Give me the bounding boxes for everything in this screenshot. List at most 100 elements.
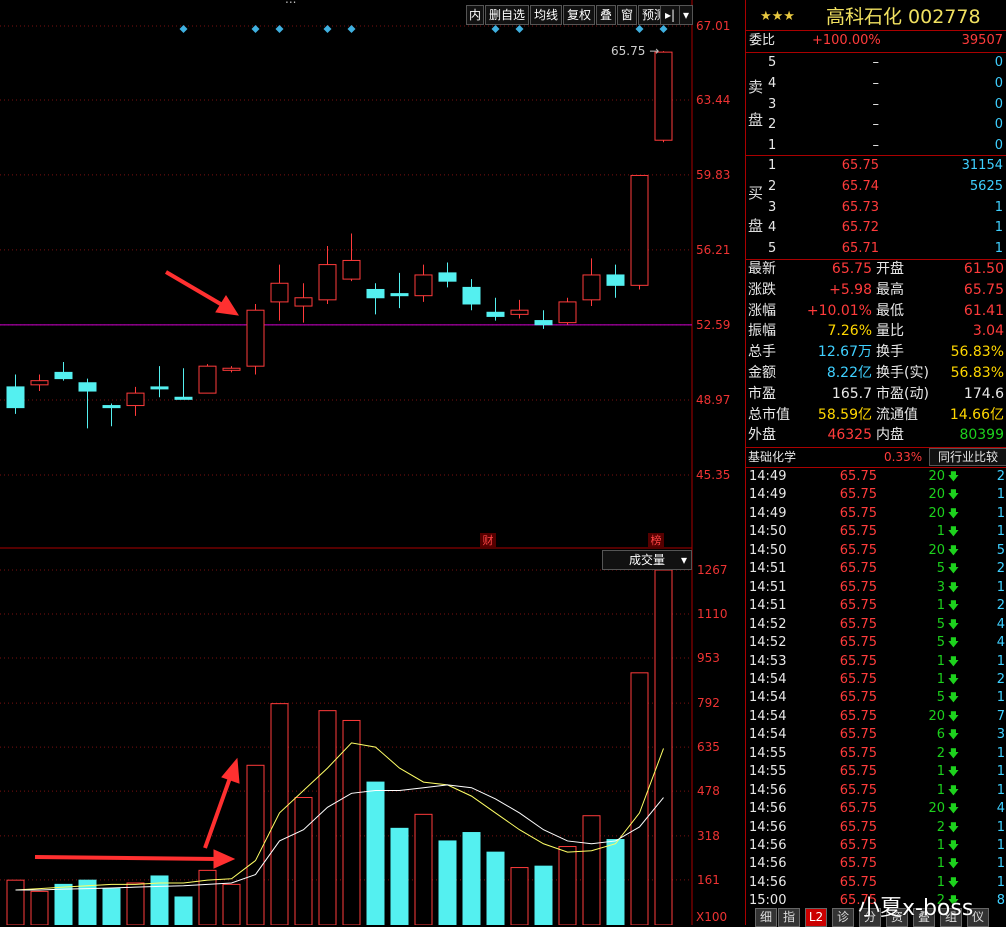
volume-bar[interactable]	[102, 888, 121, 925]
kline-chart[interactable]	[0, 0, 745, 925]
toolbar-button-3[interactable]: 复权	[563, 5, 595, 25]
tick-row[interactable]: 14:54 65.75 6 🡇 3	[746, 726, 1006, 745]
candle[interactable]	[270, 264, 289, 321]
sell-level-row[interactable]: 5 – 0	[746, 53, 1006, 73]
volume-bar[interactable]	[390, 827, 409, 925]
tick-row[interactable]: 14:49 65.75 20 🡇 2	[746, 468, 1006, 487]
finance-marker[interactable]: 财	[480, 533, 496, 548]
ranking-marker[interactable]: 榜	[648, 533, 664, 548]
tick-row[interactable]: 14:52 65.75 5 🡇 4	[746, 616, 1006, 635]
tick-row[interactable]: 14:54 65.75 1 🡇 2	[746, 671, 1006, 690]
candle[interactable]	[78, 378, 97, 429]
tick-row[interactable]: 14:51 65.75 5 🡇 2	[746, 560, 1006, 579]
toolbar-button-5[interactable]: 窗	[617, 5, 637, 25]
volume-bar[interactable]	[6, 879, 25, 925]
volume-bar[interactable]	[366, 781, 385, 925]
sector-compare-button[interactable]: 同行业比较	[929, 448, 1006, 466]
buy-level-row[interactable]: 5 65.71 1	[746, 239, 1006, 259]
buy-level-row[interactable]: 4 65.72 1	[746, 218, 1006, 238]
buy-level-row[interactable]: 2 65.74 5625	[746, 177, 1006, 197]
candle[interactable]	[174, 368, 193, 400]
fullscreen-end-button[interactable]: ▸|	[660, 5, 680, 25]
candle[interactable]	[6, 374, 25, 414]
sell-level-row[interactable]: 3 – 0	[746, 95, 1006, 115]
toolbar-button-4[interactable]: 叠	[596, 5, 616, 25]
candle[interactable]	[318, 245, 337, 304]
bottom-tab-1[interactable]: 指	[778, 908, 800, 927]
tick-row[interactable]: 14:51 65.75 1 🡇 2	[746, 597, 1006, 616]
tick-row[interactable]: 14:56 65.75 1 🡇 1	[746, 855, 1006, 874]
buy-level-row[interactable]: 1 65.75 31154	[746, 156, 1006, 176]
tick-row[interactable]: 14:49 65.75 20 🡇 1	[746, 486, 1006, 505]
candle[interactable]	[54, 362, 73, 381]
candle[interactable]	[30, 374, 49, 392]
toolbar-button-0[interactable]: 内	[466, 5, 484, 25]
volume-bar[interactable]	[438, 840, 457, 925]
tick-row[interactable]: 14:50 65.75 20 🡇 5	[746, 542, 1006, 561]
bottom-tab-3[interactable]: 诊	[832, 908, 854, 927]
candle[interactable]	[246, 303, 265, 375]
toolbar-dropdown-button[interactable]: ▾	[679, 5, 693, 25]
volume-bar[interactable]	[30, 890, 49, 925]
candle[interactable]	[630, 174, 649, 290]
tick-row[interactable]: 14:49 65.75 20 🡇 1	[746, 505, 1006, 524]
candle[interactable]	[510, 299, 529, 319]
volume-bar[interactable]	[486, 851, 505, 925]
candle[interactable]	[606, 264, 625, 298]
candle[interactable]	[366, 283, 385, 315]
volume-bar[interactable]	[198, 869, 217, 925]
candle[interactable]	[150, 366, 169, 398]
candle[interactable]	[414, 264, 433, 302]
volume-bar[interactable]	[270, 703, 289, 925]
candle[interactable]	[462, 279, 481, 311]
candle[interactable]	[294, 283, 313, 323]
indicator-selector[interactable]: 成交量 ▾	[602, 550, 692, 570]
tick-row[interactable]: 14:56 65.75 1 🡇 1	[746, 782, 1006, 801]
candle[interactable]	[342, 233, 361, 282]
sell-level-row[interactable]: 2 – 0	[746, 115, 1006, 135]
tick-row[interactable]: 14:56 65.75 20 🡇 4	[746, 800, 1006, 819]
sell-level-row[interactable]: 4 – 0	[746, 74, 1006, 94]
candle[interactable]	[438, 262, 457, 288]
volume-bar[interactable]	[126, 882, 145, 925]
volume-bar[interactable]	[246, 764, 265, 925]
tick-row[interactable]: 14:54 65.75 5 🡇 1	[746, 689, 1006, 708]
bottom-tab-0[interactable]: 细	[755, 908, 777, 927]
volume-bar[interactable]	[606, 839, 625, 925]
volume-bar[interactable]	[558, 846, 577, 925]
tick-row[interactable]: 14:53 65.75 1 🡇 1	[746, 653, 1006, 672]
buy-level-row[interactable]: 3 65.73 1	[746, 198, 1006, 218]
sector-name[interactable]: 基础化学	[748, 448, 796, 466]
tick-row[interactable]: 14:52 65.75 5 🡇 4	[746, 634, 1006, 653]
bottom-tab-2[interactable]: L2	[805, 908, 827, 927]
volume-bar[interactable]	[222, 883, 241, 925]
tick-row[interactable]: 14:54 65.75 20 🡇 7	[746, 708, 1006, 727]
volume-bar[interactable]	[582, 815, 601, 925]
tick-row[interactable]: 14:50 65.75 1 🡇 1	[746, 523, 1006, 542]
tick-row[interactable]: 14:55 65.75 1 🡇 1	[746, 763, 1006, 782]
chart-area[interactable]: ... 内删自选均线复权叠窗预测 ▸| ▾ 67.0163.4459.8356.…	[0, 0, 745, 925]
toolbar-button-1[interactable]: 删自选	[485, 5, 529, 25]
volume-bar[interactable]	[534, 865, 553, 925]
toolbar-button-2[interactable]: 均线	[530, 5, 562, 25]
volume-bar[interactable]	[342, 719, 361, 925]
tick-row[interactable]: 14:55 65.75 2 🡇 1	[746, 745, 1006, 764]
candle[interactable]	[102, 403, 121, 427]
volume-bar[interactable]	[462, 832, 481, 925]
candle[interactable]	[390, 272, 409, 309]
sell-level-row[interactable]: 1 – 0	[746, 136, 1006, 156]
candle[interactable]	[654, 51, 673, 143]
tick-row[interactable]: 14:56 65.75 2 🡇 1	[746, 819, 1006, 838]
candle[interactable]	[558, 297, 577, 325]
volume-bar[interactable]	[318, 710, 337, 925]
favorite-stars-icon[interactable]: ★★★	[760, 4, 795, 30]
volume-bar[interactable]	[414, 813, 433, 925]
volume-bar[interactable]	[78, 879, 97, 925]
candle[interactable]	[198, 364, 217, 394]
candle[interactable]	[582, 258, 601, 307]
volume-bar[interactable]	[294, 797, 313, 925]
candle[interactable]	[534, 310, 553, 329]
candle[interactable]	[126, 386, 145, 416]
volume-bar[interactable]	[630, 672, 649, 925]
candle[interactable]	[222, 366, 241, 373]
